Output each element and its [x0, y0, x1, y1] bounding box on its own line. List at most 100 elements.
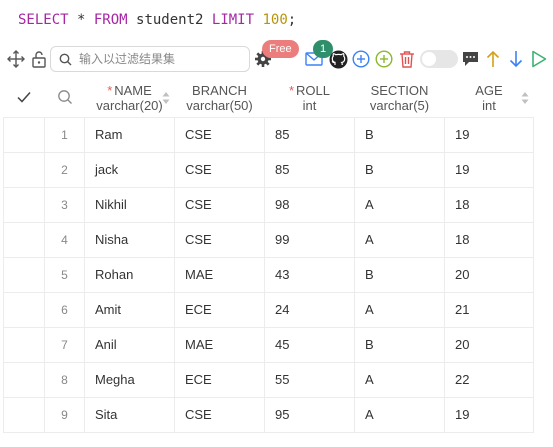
column-name: BRANCH — [192, 83, 247, 99]
column-header-branch[interactable]: BRANCH varchar(50) — [174, 80, 265, 117]
github-icon[interactable] — [328, 49, 348, 69]
row-select-cell[interactable] — [3, 221, 45, 258]
cell-age[interactable]: 20 — [444, 256, 534, 293]
cell-section[interactable]: B — [354, 116, 445, 153]
row-select-cell[interactable] — [3, 186, 45, 223]
result-table: * NAME varchar(20) BRANCH varchar(50) * RO… — [3, 80, 534, 433]
cell-branch[interactable]: CSE — [174, 151, 265, 188]
cell-section[interactable]: A — [354, 396, 445, 433]
cell-name[interactable]: Ram — [84, 116, 175, 153]
cell-roll[interactable]: 98 — [264, 186, 355, 223]
cell-name[interactable]: jack — [84, 151, 175, 188]
cell-age[interactable]: 18 — [444, 221, 534, 258]
lock-icon[interactable] — [29, 49, 49, 69]
cell-branch[interactable]: ECE — [174, 361, 265, 398]
free-badge[interactable]: Free — [262, 40, 299, 58]
cell-name[interactable]: Nikhil — [84, 186, 175, 223]
column-header-roll[interactable]: * ROLL int — [264, 80, 355, 117]
required-marker: * — [107, 83, 113, 99]
sort-icon[interactable] — [162, 90, 170, 106]
table-row[interactable]: 2 jack CSE 85 B 19 — [3, 151, 534, 188]
row-select-cell[interactable] — [3, 291, 45, 328]
move-icon[interactable] — [6, 49, 26, 69]
cell-name[interactable]: Anil — [84, 326, 175, 363]
column-header-name[interactable]: * NAME varchar(20) — [84, 80, 175, 117]
cell-age[interactable]: 21 — [444, 291, 534, 328]
cell-roll[interactable]: 45 — [264, 326, 355, 363]
cell-branch[interactable]: CSE — [174, 396, 265, 433]
arrow-down-icon[interactable] — [506, 49, 526, 69]
table-row[interactable]: 1 Ram CSE 85 B 19 — [3, 116, 534, 153]
cell-branch[interactable]: MAE — [174, 326, 265, 363]
cell-name[interactable]: Rohan — [84, 256, 175, 293]
check-icon — [17, 91, 31, 103]
cell-roll[interactable]: 95 — [264, 396, 355, 433]
add-circle-icon[interactable] — [351, 49, 371, 69]
cell-section[interactable]: B — [354, 151, 445, 188]
table-row[interactable]: 6 Amit ECE 24 A 21 — [3, 291, 534, 328]
column-type: varchar(50) — [186, 98, 253, 114]
cell-roll[interactable]: 99 — [264, 221, 355, 258]
cell-age[interactable]: 19 — [444, 396, 534, 433]
delete-icon[interactable] — [397, 49, 417, 69]
cell-roll[interactable]: 85 — [264, 116, 355, 153]
table-row[interactable]: 5 Rohan MAE 43 B 20 — [3, 256, 534, 293]
cell-age[interactable]: 20 — [444, 326, 534, 363]
cell-name[interactable]: Amit — [84, 291, 175, 328]
table-row[interactable]: 7 Anil MAE 45 B 20 — [3, 326, 534, 363]
row-select-cell[interactable] — [3, 396, 45, 433]
sql-query[interactable]: SELECT * FROM student2 LIMIT 100; — [18, 12, 296, 32]
table-row[interactable]: 3 Nikhil CSE 98 A 18 — [3, 186, 534, 223]
sql-limit-value: 100 — [262, 12, 288, 28]
cell-section[interactable]: A — [354, 186, 445, 223]
cell-branch[interactable]: CSE — [174, 116, 265, 153]
cell-section[interactable]: A — [354, 291, 445, 328]
row-select-cell[interactable] — [3, 151, 45, 188]
filter-input[interactable] — [79, 50, 244, 68]
cell-section[interactable]: A — [354, 361, 445, 398]
row-select-cell[interactable] — [3, 326, 45, 363]
column-header-age[interactable]: AGE int — [444, 80, 534, 117]
arrow-up-icon[interactable] — [483, 49, 503, 69]
cell-branch[interactable]: ECE — [174, 291, 265, 328]
play-icon[interactable] — [529, 49, 549, 69]
cell-age[interactable]: 19 — [444, 116, 534, 153]
table-row[interactable]: 9 Sita CSE 95 A 19 — [3, 396, 534, 433]
row-select-cell[interactable] — [3, 116, 45, 153]
sql-keyword-from: FROM — [93, 12, 128, 28]
select-all-checkbox[interactable] — [3, 80, 45, 117]
cell-name[interactable]: Megha — [84, 361, 175, 398]
cell-section[interactable]: B — [354, 326, 445, 363]
cell-roll[interactable]: 43 — [264, 256, 355, 293]
filter-search-box — [50, 46, 250, 72]
cell-age[interactable]: 22 — [444, 361, 534, 398]
row-number: 1 — [44, 116, 85, 153]
sql-semicolon: ; — [287, 12, 297, 28]
search-icon — [57, 89, 72, 104]
sort-icon[interactable] — [521, 90, 529, 106]
row-number: 6 — [44, 291, 85, 328]
cell-roll[interactable]: 85 — [264, 151, 355, 188]
cell-branch[interactable]: MAE — [174, 256, 265, 293]
mode-toggle[interactable] — [420, 50, 458, 68]
cell-section[interactable]: A — [354, 221, 445, 258]
cell-age[interactable]: 18 — [444, 186, 534, 223]
cell-name[interactable]: Nisha — [84, 221, 175, 258]
table-row[interactable]: 4 Nisha CSE 99 A 18 — [3, 221, 534, 258]
comment-icon[interactable] — [460, 49, 480, 69]
cell-branch[interactable]: CSE — [174, 186, 265, 223]
table-row[interactable]: 8 Megha ECE 55 A 22 — [3, 361, 534, 398]
add-circle-outline-icon[interactable] — [374, 49, 394, 69]
cell-name[interactable]: Sita — [84, 396, 175, 433]
cell-age[interactable]: 19 — [444, 151, 534, 188]
column-header-section[interactable]: SECTION varchar(5) — [354, 80, 445, 117]
row-search-button[interactable] — [44, 80, 85, 117]
toggle-knob — [422, 52, 436, 66]
cell-roll[interactable]: 24 — [264, 291, 355, 328]
row-select-cell[interactable] — [3, 361, 45, 398]
cell-branch[interactable]: CSE — [174, 221, 265, 258]
cell-section[interactable]: B — [354, 256, 445, 293]
cell-roll[interactable]: 55 — [264, 361, 355, 398]
sql-keyword-limit: LIMIT — [211, 12, 255, 28]
row-select-cell[interactable] — [3, 256, 45, 293]
